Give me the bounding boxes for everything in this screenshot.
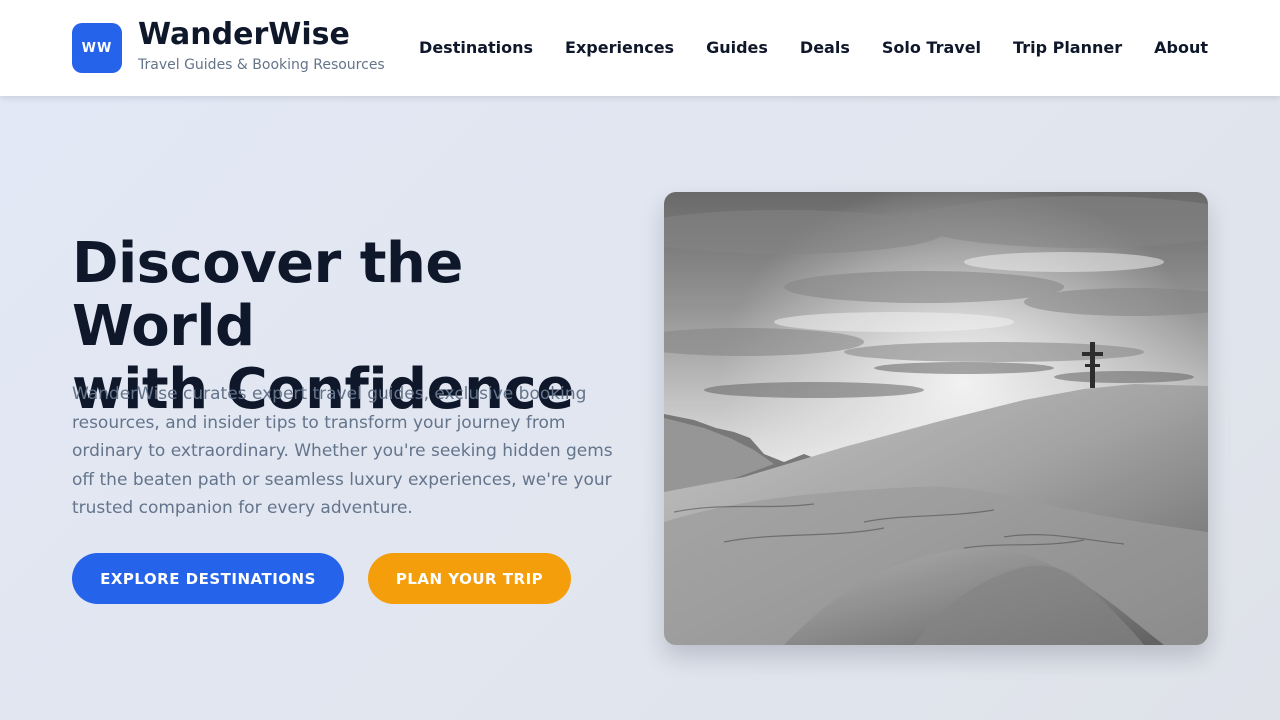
nav-item-trip-planner[interactable]: Trip Planner <box>1013 38 1122 57</box>
hero-description: WanderWise curates expert travel guides,… <box>72 384 613 518</box>
hero-title-line-1: Discover the World <box>72 231 463 359</box>
main-nav: Destinations Experiences Guides Deals So… <box>419 38 1208 57</box>
nav-item-deals[interactable]: Deals <box>800 38 850 57</box>
brand-tagline: Travel Guides & Booking Resources <box>138 57 385 73</box>
brand-name[interactable]: WanderWise <box>138 17 350 52</box>
nav-item-about[interactable]: About <box>1154 38 1208 57</box>
nav-item-destinations[interactable]: Destinations <box>419 38 533 57</box>
explore-destinations-button[interactable]: EXPLORE DESTINATIONS <box>72 553 344 604</box>
site-header: WW WanderWise Travel Guides & Booking Re… <box>0 0 1280 96</box>
nav-item-guides[interactable]: Guides <box>706 38 768 57</box>
logo-badge[interactable]: WW <box>72 23 122 73</box>
nav-item-solo-travel[interactable]: Solo Travel <box>882 38 981 57</box>
nav-item-experiences[interactable]: Experiences <box>565 38 674 57</box>
hero-image <box>664 192 1208 645</box>
plan-your-trip-button[interactable]: PLAN YOUR TRIP <box>368 553 571 604</box>
logo-text: WW <box>81 40 113 56</box>
